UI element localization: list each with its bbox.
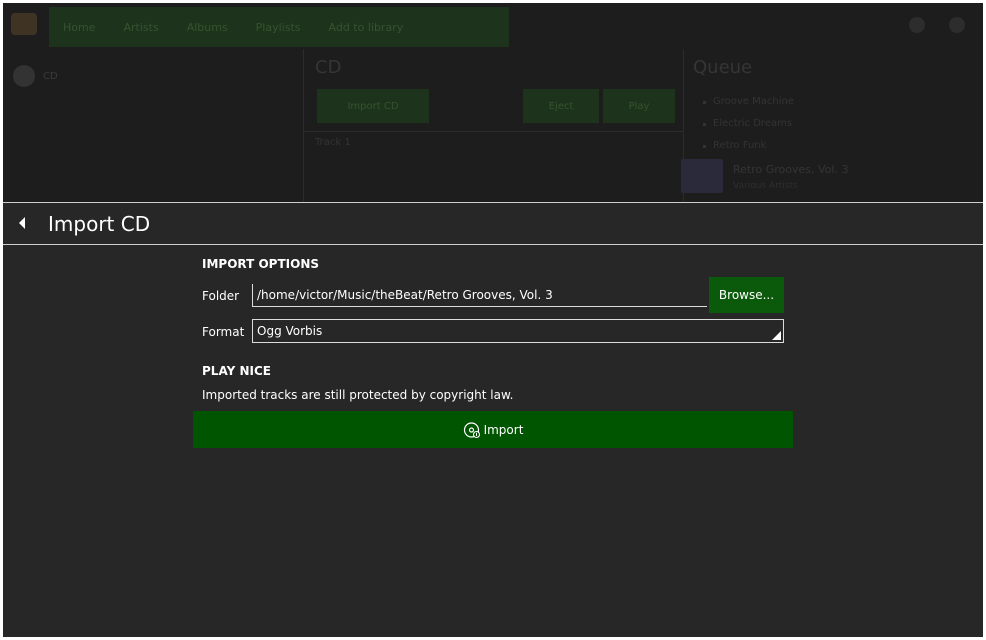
album-art bbox=[681, 159, 723, 193]
background-import-button: Import CD bbox=[317, 89, 429, 123]
folder-label: Folder bbox=[202, 289, 240, 303]
background-nav-item: Albums bbox=[186, 20, 228, 34]
background-queue-title: Queue bbox=[693, 57, 753, 78]
background-sidebar-label: CD bbox=[43, 70, 58, 82]
import-button-label: Import bbox=[483, 422, 524, 437]
menu-icon bbox=[949, 17, 965, 33]
copyright-notice: Imported tracks are still protected by c… bbox=[202, 388, 514, 402]
format-label: Format bbox=[202, 325, 245, 339]
format-select-value: Ogg Vorbis bbox=[257, 324, 323, 338]
list-item: Electric Dreams bbox=[703, 113, 794, 135]
background-nav-item: Playlists bbox=[255, 20, 301, 34]
import-cd-panel: Import CD IMPORT OPTIONS Folder Browse..… bbox=[3, 202, 983, 637]
background-now-playing-subtitle: Various Artists bbox=[733, 181, 798, 191]
disc-icon bbox=[463, 421, 481, 439]
background-track-text: Track 1 bbox=[315, 137, 351, 148]
list-item: Retro Funk bbox=[703, 135, 794, 157]
background-divider bbox=[303, 49, 304, 202]
import-options-heading: IMPORT OPTIONS bbox=[202, 257, 319, 271]
background-sidebar-item: CD bbox=[13, 65, 58, 87]
background-app: Home Artists Albums Playlists Add to lib… bbox=[3, 3, 983, 202]
folder-input[interactable] bbox=[252, 284, 707, 307]
app-window: Home Artists Albums Playlists Add to lib… bbox=[3, 3, 983, 637]
settings-icon bbox=[909, 17, 925, 33]
background-topbar: Home Artists Albums Playlists Add to lib… bbox=[3, 3, 983, 49]
background-divider bbox=[303, 131, 683, 132]
browse-button[interactable]: Browse... bbox=[709, 277, 784, 313]
background-eject-button: Eject bbox=[523, 89, 599, 123]
import-button[interactable]: Import bbox=[193, 411, 793, 448]
dropdown-corner-icon bbox=[772, 331, 781, 340]
background-play-button: Play bbox=[603, 89, 675, 123]
app-logo-icon bbox=[11, 13, 37, 35]
list-item: Groove Machine bbox=[703, 91, 794, 113]
chevron-left-icon bbox=[11, 211, 35, 235]
page-title: Import CD bbox=[48, 212, 151, 236]
cd-icon bbox=[13, 65, 35, 87]
background-nav: Home Artists Albums Playlists Add to lib… bbox=[49, 7, 509, 47]
background-now-playing-title: Retro Grooves, Vol. 3 bbox=[733, 163, 849, 176]
background-nav-item: Add to library bbox=[328, 20, 404, 34]
play-nice-heading: PLAY NICE bbox=[202, 364, 271, 378]
background-queue-list: Groove Machine Electric Dreams Retro Fun… bbox=[703, 91, 794, 157]
background-nav-item: Artists bbox=[123, 20, 159, 34]
background-nav-item: Home bbox=[63, 20, 96, 34]
background-main-title: CD bbox=[315, 57, 342, 78]
back-button[interactable] bbox=[11, 211, 35, 235]
panel-header: Import CD bbox=[3, 203, 983, 245]
background-top-icons bbox=[909, 17, 965, 33]
format-select[interactable]: Ogg Vorbis bbox=[252, 319, 784, 343]
